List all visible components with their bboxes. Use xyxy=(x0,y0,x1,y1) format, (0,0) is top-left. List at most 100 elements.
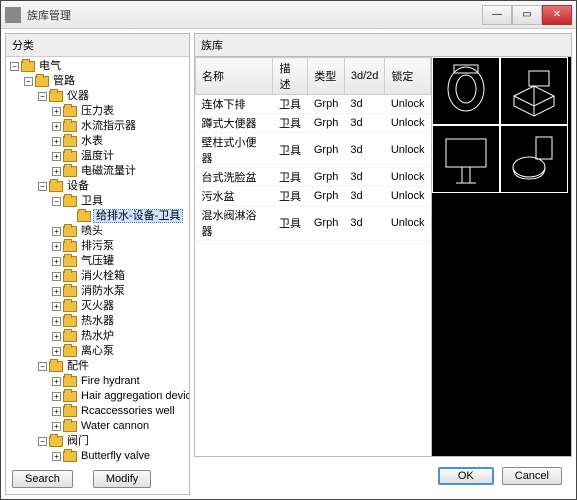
table-row[interactable]: 污水盆卫具Grph3dUnlock xyxy=(196,187,431,206)
column-header[interactable]: 描述 xyxy=(273,58,308,95)
expand-icon[interactable]: + xyxy=(52,107,61,116)
tree-node[interactable]: + Fire hydrant xyxy=(52,374,187,389)
tree-label[interactable]: Rcaccessories well xyxy=(79,405,177,417)
tree-node[interactable]: + 水流指示器 xyxy=(52,119,187,134)
tree-node[interactable]: + 排污泵 xyxy=(52,239,187,254)
tree-label[interactable]: 仪器 xyxy=(65,90,91,102)
tree-node[interactable]: + 消火栓箱 xyxy=(52,269,187,284)
tree-node[interactable]: −设备−卫具给排水-设备-卫具+喷头+排污泵+气压罐+消火栓箱+消防水泵+灭火器… xyxy=(38,179,187,359)
tree-label[interactable]: 灭火器 xyxy=(79,300,116,312)
tree-node[interactable]: + 温度计 xyxy=(52,149,187,164)
collapse-icon[interactable]: − xyxy=(38,437,47,446)
preview-thumb[interactable] xyxy=(500,125,568,193)
minimize-button[interactable]: — xyxy=(482,5,512,25)
tree-label[interactable]: 喷头 xyxy=(79,225,105,237)
tree-label[interactable]: 压力表 xyxy=(79,105,116,117)
tree-label[interactable]: 水表 xyxy=(79,135,105,147)
tree-node[interactable]: − 仪器 + 压力表 + 水流指示器 + 水表 + 温度计 + 电磁流量计 xyxy=(38,89,187,179)
tree-label[interactable]: 电气 xyxy=(37,60,63,72)
expand-icon[interactable]: + xyxy=(52,257,61,266)
tree-node[interactable]: + 热水炉 xyxy=(52,329,187,344)
tree-node[interactable]: −阀门+Butterfly valve+Check valve+Cutoff v… xyxy=(38,434,187,464)
expand-icon[interactable]: + xyxy=(52,377,61,386)
cancel-button[interactable]: Cancel xyxy=(502,467,562,485)
preview-thumb[interactable] xyxy=(500,57,568,125)
collapse-icon[interactable]: − xyxy=(38,92,47,101)
expand-icon[interactable]: + xyxy=(52,347,61,356)
tree-node[interactable]: + 电磁流量计 xyxy=(52,164,187,179)
tree-label[interactable]: 水流指示器 xyxy=(79,120,138,132)
tree-label[interactable]: 消防水泵 xyxy=(79,285,127,297)
expand-icon[interactable]: + xyxy=(52,407,61,416)
expand-icon[interactable]: + xyxy=(52,242,61,251)
table-row[interactable]: 蹲式大便器卫具Grph3dUnlock xyxy=(196,114,431,133)
tree-node[interactable]: −电气−管路−仪器+压力表+水流指示器+水表+温度计+电磁流量计−设备−卫具给排… xyxy=(10,59,187,464)
tree-node[interactable]: + 压力表 xyxy=(52,104,187,119)
preview-thumb[interactable] xyxy=(432,57,500,125)
table-row[interactable]: 台式洗脸盆卫具Grph3dUnlock xyxy=(196,168,431,187)
ok-button[interactable]: OK xyxy=(438,467,494,485)
tree-label[interactable]: Hair aggregation device xyxy=(79,390,189,402)
expand-icon[interactable]: + xyxy=(52,302,61,311)
column-header[interactable]: 锁定 xyxy=(385,58,431,95)
tree-label[interactable]: 配件 xyxy=(65,360,91,372)
tree-node[interactable]: − 卫具给排水-设备-卫具 xyxy=(52,194,187,224)
tree-label[interactable]: 排污泵 xyxy=(79,240,116,252)
table-row[interactable]: 连体下排卫具Grph3dUnlock xyxy=(196,95,431,114)
close-button[interactable]: ✕ xyxy=(542,5,572,25)
tree-node[interactable]: +消防水泵 xyxy=(52,284,187,299)
tree-label[interactable]: 设备 xyxy=(65,180,91,192)
search-button[interactable]: Search xyxy=(12,470,73,488)
table-row[interactable]: 混水阀淋浴器卫具Grph3dUnlock xyxy=(196,206,431,241)
tree-label[interactable]: 离心泵 xyxy=(79,345,116,357)
table-row[interactable]: 壁柱式小便器卫具Grph3dUnlock xyxy=(196,133,431,168)
expand-icon[interactable]: + xyxy=(52,422,61,431)
tree-label[interactable]: Water cannon xyxy=(79,420,151,432)
tree-label[interactable]: 管路 xyxy=(51,75,77,87)
tree-node[interactable]: − 配件 + Fire hydrant + Hair aggregation device… xyxy=(38,359,187,434)
expand-icon[interactable]: + xyxy=(52,332,61,341)
tree-label[interactable]: Fire hydrant xyxy=(79,375,142,387)
collapse-icon[interactable]: − xyxy=(24,77,33,86)
tree-label[interactable]: 热水炉 xyxy=(79,330,116,342)
collapse-icon[interactable]: − xyxy=(10,62,19,71)
tree-node[interactable]: + 灭火器 xyxy=(52,299,187,314)
expand-icon[interactable]: + xyxy=(52,272,61,281)
tree-node[interactable]: + 喷头 xyxy=(52,224,187,239)
collapse-icon[interactable]: − xyxy=(38,182,47,191)
expand-icon[interactable]: + xyxy=(52,317,61,326)
collapse-icon[interactable]: − xyxy=(52,197,61,206)
tree-label[interactable]: 卫具 xyxy=(79,195,105,207)
tree-node[interactable]: 给排水-设备-卫具 xyxy=(66,209,187,224)
modify-button[interactable]: Modify xyxy=(93,470,151,488)
maximize-button[interactable]: ▭ xyxy=(512,5,542,25)
expand-icon[interactable]: + xyxy=(52,167,61,176)
collapse-icon[interactable]: − xyxy=(38,362,47,371)
tree-node[interactable]: + Rcaccessories well xyxy=(52,404,187,419)
expand-icon[interactable]: + xyxy=(52,152,61,161)
tree-label[interactable]: 气压罐 xyxy=(79,255,116,267)
tree-node[interactable]: + 热水器 xyxy=(52,314,187,329)
tree-label[interactable]: 给排水-设备-卫具 xyxy=(93,209,183,223)
tree-node[interactable]: −管路−仪器+压力表+水流指示器+水表+温度计+电磁流量计−设备−卫具给排水-设… xyxy=(24,74,187,464)
tree-label[interactable]: 温度计 xyxy=(79,150,116,162)
tree-node[interactable]: + 离心泵 xyxy=(52,344,187,359)
tree-node[interactable]: + 水表 xyxy=(52,134,187,149)
expand-icon[interactable]: + xyxy=(52,227,61,236)
category-tree[interactable]: −电气−管路−仪器+压力表+水流指示器+水表+温度计+电磁流量计−设备−卫具给排… xyxy=(6,57,189,464)
expand-icon[interactable]: + xyxy=(52,137,61,146)
column-header[interactable]: 类型 xyxy=(308,58,344,95)
column-header[interactable]: 名称 xyxy=(196,58,273,95)
column-header[interactable]: 3d/2d xyxy=(344,58,385,95)
tree-node[interactable]: + Hair aggregation device xyxy=(52,389,187,404)
tree-label[interactable]: 热水器 xyxy=(79,315,116,327)
tree-label[interactable]: 电磁流量计 xyxy=(79,165,138,177)
tree-label[interactable]: 消火栓箱 xyxy=(79,270,127,282)
expand-icon[interactable]: + xyxy=(52,122,61,131)
tree-label[interactable]: Butterfly valve xyxy=(79,450,152,462)
tree-node[interactable]: + 气压罐 xyxy=(52,254,187,269)
tree-label[interactable]: 阀门 xyxy=(65,435,91,447)
expand-icon[interactable]: + xyxy=(52,452,61,461)
tree-node[interactable]: + Butterfly valve xyxy=(52,449,187,464)
expand-icon[interactable]: + xyxy=(52,392,61,401)
